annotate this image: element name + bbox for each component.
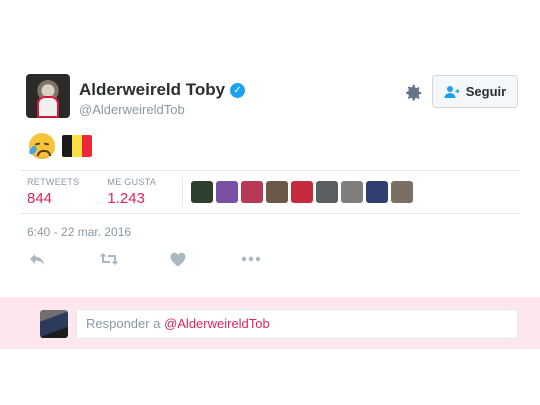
tweet-actions (28, 250, 312, 268)
reply-icon (30, 254, 44, 265)
belgium-flag-icon (62, 135, 92, 157)
tweet-content (27, 133, 92, 159)
reply-prefix: Responder a (86, 316, 165, 331)
stats-divider (182, 177, 184, 207)
user-name[interactable]: Alderweireld Toby (79, 80, 225, 100)
likes-stat[interactable]: ME GUSTA 1.243 (107, 177, 156, 207)
reply-button[interactable] (28, 250, 99, 268)
reply-mention: @AlderweireldTob (164, 316, 270, 331)
likes-label: ME GUSTA (107, 177, 157, 187)
retweets-stat[interactable]: RETWEETS 844 (27, 177, 79, 207)
user-name-row[interactable]: Alderweireld Toby ✓ (79, 80, 246, 100)
liker-avatar[interactable] (266, 181, 289, 203)
tweet-stats: RETWEETS 844 ME GUSTA 1.243 (21, 170, 520, 214)
heart-icon (170, 252, 186, 266)
retweets-count[interactable]: 844 (27, 190, 79, 207)
liker-avatar[interactable] (316, 181, 339, 203)
liker-avatar[interactable] (391, 181, 414, 203)
user-avatar[interactable] (26, 74, 70, 118)
likes-count[interactable]: 1.243 (107, 190, 156, 207)
reply-bar: Responder a @AlderweireldTob (0, 297, 540, 349)
retweets-label: RETWEETS (27, 177, 80, 187)
verified-badge-icon: ✓ (230, 82, 246, 98)
liker-avatar[interactable] (241, 181, 264, 203)
reply-input[interactable]: Responder a @AlderweireldTob (76, 309, 518, 339)
follow-label: Seguir (465, 84, 507, 99)
liker-avatar[interactable] (291, 181, 314, 203)
current-user-avatar (40, 310, 68, 338)
crying-face-icon (27, 133, 55, 159)
liker-avatar[interactable] (191, 181, 214, 203)
add-user-icon (444, 85, 460, 99)
tweet-timestamp[interactable]: 6:40 - 22 mar. 2016 (27, 225, 131, 239)
liker-avatars (191, 181, 414, 203)
liker-avatar[interactable] (216, 181, 239, 203)
more-dots-icon (241, 256, 261, 262)
gear-icon[interactable] (402, 82, 424, 104)
follow-button[interactable]: Seguir (432, 75, 518, 108)
more-button[interactable] (241, 250, 312, 268)
liker-avatar[interactable] (366, 181, 389, 203)
like-button[interactable] (170, 250, 241, 268)
user-handle[interactable]: @AlderweireldTob (79, 102, 185, 117)
retweet-icon (99, 253, 119, 265)
retweet-button[interactable] (99, 250, 170, 268)
liker-avatar[interactable] (341, 181, 364, 203)
